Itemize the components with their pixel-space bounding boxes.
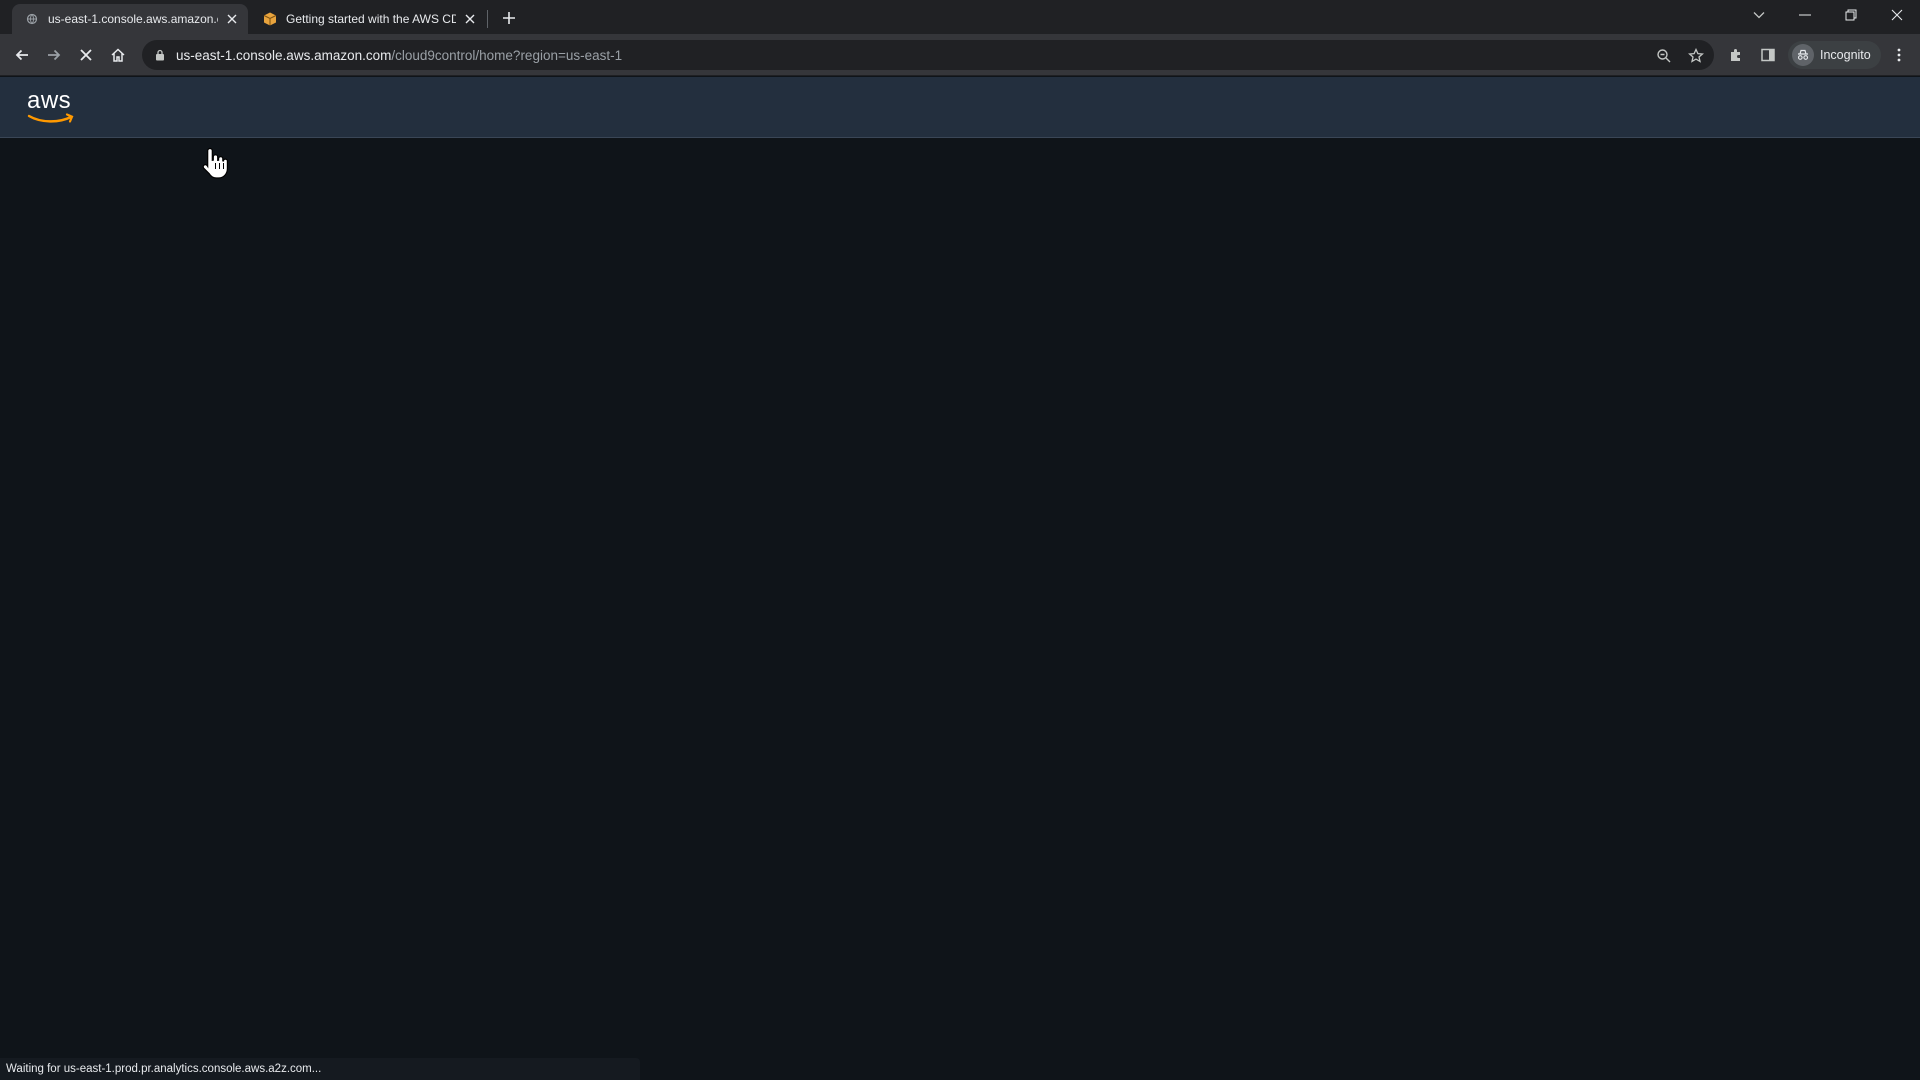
close-tab-icon[interactable] [224,11,240,27]
forward-arrow-icon[interactable] [40,41,68,69]
extensions-puzzle-icon[interactable] [1722,41,1750,69]
tab-separator [487,10,488,28]
status-bubble: Waiting for us-east-1.prod.pr.analytics.… [0,1058,640,1080]
aws-logo-text: aws [27,87,72,114]
url-path: /cloud9control/home?region=us-east-1 [391,47,623,63]
close-tab-icon[interactable] [462,11,478,27]
page-content [0,138,1920,1080]
tab-title: Getting started with the AWS CD [286,12,456,26]
plus-icon[interactable] [499,8,519,28]
incognito-icon [1792,44,1814,66]
tab-title: us-east-1.console.aws.amazon.cc [48,12,218,26]
lock-icon[interactable] [152,49,168,61]
loading-globe-icon [24,11,40,27]
aws-logo[interactable]: aws [27,87,77,127]
status-text: Waiting for us-east-1.prod.pr.analytics.… [6,1063,322,1075]
hand-cursor-icon [202,147,228,179]
tab-console[interactable]: us-east-1.console.aws.amazon.cc [12,4,248,34]
side-panel-icon[interactable] [1754,41,1782,69]
close-icon[interactable] [1874,0,1920,30]
incognito-profile-button[interactable]: Incognito [1788,41,1881,69]
aws-console-header: aws [0,77,1920,138]
back-arrow-icon[interactable] [8,41,36,69]
profile-label: Incognito [1820,48,1871,62]
browser-toolbar: us-east-1.console.aws.amazon.com/cloud9c… [0,34,1920,76]
address-bar[interactable]: us-east-1.console.aws.amazon.com/cloud9c… [142,40,1714,70]
bookmark-star-icon[interactable] [1687,47,1705,65]
aws-box-icon [262,11,278,27]
home-icon[interactable] [104,41,132,69]
restore-icon[interactable] [1828,0,1874,30]
tab-getting-started[interactable]: Getting started with the AWS CD [250,4,486,34]
minimize-icon[interactable] [1782,0,1828,30]
tab-search-icon[interactable] [1736,0,1782,30]
menu-kebab-icon[interactable] [1885,41,1913,69]
tab-strip: us-east-1.console.aws.amazon.cc Getting … [0,0,1920,34]
stop-x-icon[interactable] [72,41,100,69]
zoom-icon[interactable] [1655,47,1673,65]
aws-smile-icon [27,113,74,123]
url-host: us-east-1.console.aws.amazon.com [176,47,392,63]
